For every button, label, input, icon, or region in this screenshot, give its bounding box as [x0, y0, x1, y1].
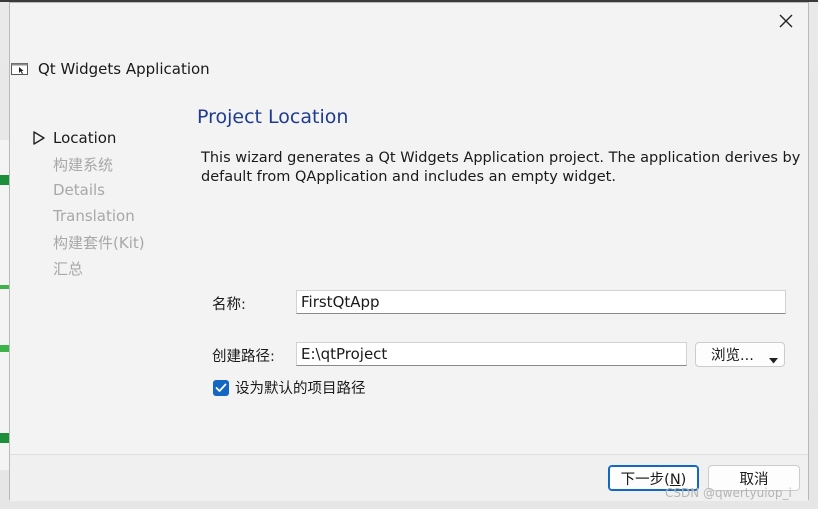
- background-accent: [0, 285, 9, 289]
- checkmark-icon: [215, 383, 227, 392]
- browse-button-label: 浏览...: [711, 348, 754, 364]
- wizard-title: Qt Widgets Application: [38, 60, 210, 78]
- wizard-dialog: Qt Widgets Application Location 构建系统 Det…: [9, 2, 809, 501]
- background-accent: [0, 433, 9, 443]
- step-build-system: 构建系统: [32, 151, 192, 177]
- step-label: 汇总: [53, 259, 84, 278]
- close-icon: [779, 14, 793, 28]
- project-name-input[interactable]: FirstQtApp: [296, 290, 786, 314]
- background-accent: [0, 345, 9, 352]
- page-description: This wizard generates a Qt Widgets Appli…: [201, 150, 801, 185]
- step-label: Translation: [53, 207, 135, 225]
- step-spacer: [32, 229, 52, 255]
- step-location: Location: [32, 125, 192, 151]
- current-step-arrow-icon: [32, 125, 52, 151]
- step-summary: 汇总: [32, 255, 192, 281]
- wizard-header: Qt Widgets Application: [10, 55, 210, 83]
- default-path-checkbox-label: 设为默认的项目路径: [235, 381, 366, 397]
- step-spacer: [32, 203, 52, 229]
- step-translation: Translation: [32, 203, 192, 229]
- step-label: 构建套件(Kit): [53, 233, 145, 252]
- title-bar: [10, 3, 808, 39]
- step-label: 构建系统: [53, 155, 114, 174]
- background-accent: [0, 175, 9, 185]
- step-spacer: [32, 151, 52, 177]
- path-label: 创建路径:: [212, 349, 275, 365]
- page-title: Project Location: [197, 106, 349, 128]
- project-path-input[interactable]: E:\qtProject: [296, 342, 687, 366]
- background-window-edge: [0, 140, 9, 470]
- browse-button[interactable]: 浏览...: [695, 342, 785, 367]
- step-spacer: [32, 255, 52, 281]
- chevron-down-icon: [769, 352, 778, 368]
- step-details: Details: [32, 177, 192, 203]
- qt-app-icon: [11, 61, 31, 77]
- step-label: Location: [53, 129, 117, 147]
- close-button[interactable]: [774, 9, 798, 33]
- watermark: CSDN @qwertyuiop_i: [665, 486, 792, 500]
- name-label: 名称:: [212, 297, 246, 313]
- step-kits: 构建套件(Kit): [32, 229, 192, 255]
- wizard-steps: Location 构建系统 Details Translation 构建套件(K…: [32, 125, 192, 281]
- step-label: Details: [53, 181, 106, 199]
- default-path-checkbox-row[interactable]: 设为默认的项目路径: [213, 377, 366, 398]
- step-spacer: [32, 177, 52, 203]
- default-path-checkbox[interactable]: [213, 379, 229, 396]
